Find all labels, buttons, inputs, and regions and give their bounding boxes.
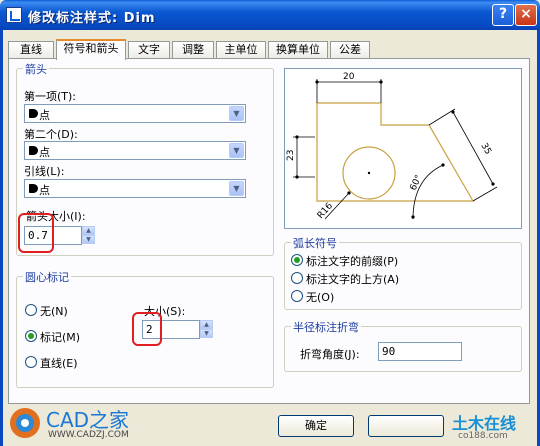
arc-symbol-group-title: 弧长符号 [291,235,339,251]
center-mark-label[interactable]: 标记(M) [40,329,80,345]
center-line-radio[interactable] [25,356,37,368]
preview-dim-right: 35 [478,142,492,157]
arc-prefix-radio[interactable] [291,254,303,266]
leader-arrow-select[interactable]: 点 ▼ [24,179,246,198]
center-mark-radio[interactable] [25,330,37,342]
arrowheads-group-title: 箭头 [23,61,49,77]
tab-tolerances[interactable]: 公差 [330,41,370,59]
cad-home-watermark: CAD之家 [46,408,130,432]
close-button[interactable]: × [515,4,537,26]
preview-dim-left: 23 [286,150,296,161]
arc-above-label[interactable]: 标注文字的上方(A) [306,271,399,287]
center-line-label[interactable]: 直线(E) [40,355,78,371]
arc-prefix-label[interactable]: 标注文字的前缀(P) [306,253,398,269]
arc-none-radio[interactable] [291,290,303,302]
arc-none-label[interactable]: 无(O) [306,289,334,305]
highlight-annotation [132,312,162,346]
dot-arrow-icon [29,109,38,118]
ok-button[interactable]: 确定 [278,415,354,437]
leader-arrow-label: 引线(L): [24,165,65,178]
tab-alternate-units[interactable]: 换算单位 [268,41,328,59]
arc-above-radio[interactable] [291,272,303,284]
chevron-down-icon[interactable]: ▼ [229,106,244,121]
app-icon [6,7,22,23]
center-none-radio[interactable] [25,304,37,316]
jog-angle-input[interactable]: 90 [378,342,462,361]
preview-dim-top: 20 [343,72,355,82]
tab-primary-units[interactable]: 主单位 [216,41,266,59]
tumu-url: co188.com [458,431,508,441]
spin-up-icon[interactable]: ▲ [82,226,95,235]
second-arrow-label: 第二个(D): [24,128,78,141]
tab-text[interactable]: 文字 [128,41,170,59]
first-arrow-value: 点 [39,109,50,122]
jog-angle-label: 折弯角度(J): [300,348,360,361]
help-button[interactable]: ? [492,4,514,26]
chevron-down-icon[interactable]: ▼ [229,143,244,158]
radius-jog-group-title: 半径标注折弯 [291,319,361,335]
second-arrow-value: 点 [39,146,50,159]
center-none-label[interactable]: 无(N) [40,303,68,319]
dimension-preview: 20 23 35 60° R16 [284,68,522,229]
center-size-spinner[interactable]: ▲ ▼ [200,320,213,339]
part-outline [316,102,475,202]
cad-home-logo [10,408,40,438]
cad-home-url: WWW.CADZJ.COM [48,430,129,440]
leader-arrow-value: 点 [39,184,50,197]
dot-arrow-icon [29,146,38,155]
title-bar: 修改标注样式: Dim ? × [0,0,540,30]
first-arrow-label: 第一项(T): [24,90,77,103]
highlight-annotation [18,213,54,253]
cancel-button[interactable] [368,415,444,437]
spin-down-icon[interactable]: ▼ [82,235,95,244]
window-border-left [0,30,3,446]
tab-lines[interactable]: 直线 [8,41,54,59]
dot-arrow-icon [29,184,38,193]
window-title: 修改标注样式: Dim [28,11,156,26]
chevron-down-icon[interactable]: ▼ [229,181,244,196]
second-arrow-select[interactable]: 点 ▼ [24,141,246,160]
tab-symbols-arrows[interactable]: 符号和箭头 [56,39,126,60]
arrow-size-spinner[interactable]: ▲ ▼ [82,226,95,245]
preview-drawing: 20 23 35 60° R16 [286,72,498,221]
first-arrow-select[interactable]: 点 ▼ [24,104,246,123]
spin-down-icon[interactable]: ▼ [200,329,213,338]
tab-fit[interactable]: 调整 [172,41,214,59]
center-marks-group-title: 圆心标记 [23,269,71,285]
spin-up-icon[interactable]: ▲ [200,320,213,329]
